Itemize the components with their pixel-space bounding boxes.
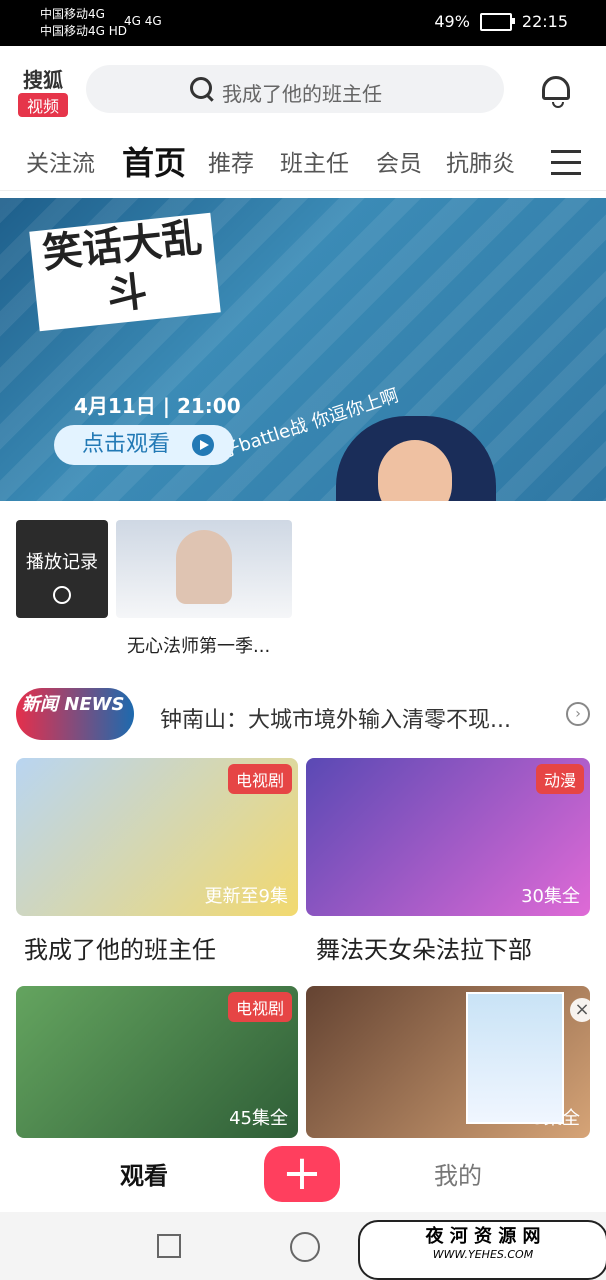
tab-home[interactable]: 首页 (122, 138, 186, 184)
recent-movie-title[interactable]: 无心法师第一季... (127, 632, 270, 658)
add-button[interactable]: + (264, 1146, 340, 1202)
signal-icon: 4G 4G (124, 14, 162, 28)
watermark-line-2: WWW.YEHES.COM (432, 1248, 534, 1261)
watch-tab[interactable]: 观看 (120, 1156, 168, 1191)
home-icon[interactable] (290, 1232, 320, 1262)
tab-vip[interactable]: 会员 (376, 144, 422, 178)
tab-recommend[interactable]: 推荐 (208, 144, 254, 178)
tab-teacher[interactable]: 班主任 (280, 144, 349, 178)
clock-icon (53, 586, 71, 604)
floating-ad[interactable] (466, 992, 564, 1124)
video-card[interactable]: 电视剧 45集全 (16, 986, 298, 1138)
news-badge: 新闻 NEWS (16, 688, 134, 740)
category-tag: 电视剧 (227, 764, 292, 794)
tab-antipneumonia[interactable]: 抗肺炎 (446, 144, 515, 178)
episode-count: 更新至9集 (204, 886, 288, 907)
recent-apps-icon[interactable] (157, 1234, 181, 1258)
category-tag: 电视剧 (227, 992, 292, 1022)
status-bar: 中国移动4G 中国移动4G HD 4G 4G 49% 22:15 (0, 0, 606, 46)
news-ticker[interactable]: 新闻 NEWS 钟南山：大城市境外输入清零不现... › (16, 688, 590, 740)
watch-now-label: 点击观看 (82, 432, 171, 457)
search-icon (190, 77, 212, 99)
video-title[interactable]: 舞法天女朵法拉下部 (316, 930, 532, 965)
history-card[interactable]: 播放记录 (16, 520, 108, 618)
episode-count: 30集全 (521, 886, 580, 907)
poster-person (176, 530, 232, 604)
video-card[interactable]: 动漫 30集全 (306, 758, 590, 916)
tab-follow[interactable]: 关注流 (26, 144, 95, 178)
banner-date: 4月11日 | 21:00 (74, 394, 241, 418)
menu-icon[interactable] (551, 150, 581, 175)
watermark: 夜 河 资 源 网 WWW.YEHES.COM (358, 1220, 606, 1280)
app-logo[interactable]: 搜狐 视频 (18, 64, 68, 117)
time-text: 22:15 (521, 12, 568, 31)
banner-title: 笑话大乱斗 (29, 212, 221, 332)
bottom-bar: 观看 + 我的 (0, 1138, 606, 1212)
category-tag: 动漫 (535, 764, 584, 794)
recent-movie-thumb[interactable] (116, 520, 292, 618)
video-card[interactable]: 电视剧 更新至9集 (16, 758, 298, 916)
search-input[interactable]: 我成了他的班主任 (222, 78, 382, 107)
carrier-text: 中国移动4G 中国移动4G HD (40, 6, 127, 40)
category-tabs: 关注流 首页 推荐 班主任 会员 抗肺炎 (0, 134, 606, 191)
history-label: 播放记录 (26, 552, 98, 573)
chevron-right-icon[interactable]: › (566, 702, 590, 726)
watch-now-button[interactable]: 点击观看 (54, 425, 234, 465)
mine-tab[interactable]: 我的 (434, 1156, 482, 1191)
host-face (378, 440, 452, 501)
watermark-line-1: 夜 河 资 源 网 (425, 1226, 541, 1247)
play-icon (192, 434, 214, 456)
top-header: 搜狐 视频 我成了他的班主任 (0, 46, 606, 134)
logo-top: 搜狐 (23, 68, 63, 92)
news-text[interactable]: 钟南山：大城市境外输入清零不现... (160, 702, 511, 734)
news-badge-label: 新闻 NEWS (22, 694, 125, 715)
battery-text: 49% (434, 12, 470, 31)
bell-icon[interactable] (542, 76, 570, 108)
battery-icon (479, 12, 515, 31)
close-icon[interactable]: × (570, 998, 594, 1022)
search-bar[interactable]: 我成了他的班主任 (86, 65, 504, 113)
carrier-line-1: 中国移动4G (40, 7, 105, 21)
episode-count: 45集全 (229, 1108, 288, 1129)
video-title[interactable]: 我成了他的班主任 (24, 930, 216, 965)
logo-bottom: 视频 (18, 93, 68, 117)
carrier-line-2: 中国移动4G HD (40, 24, 128, 38)
